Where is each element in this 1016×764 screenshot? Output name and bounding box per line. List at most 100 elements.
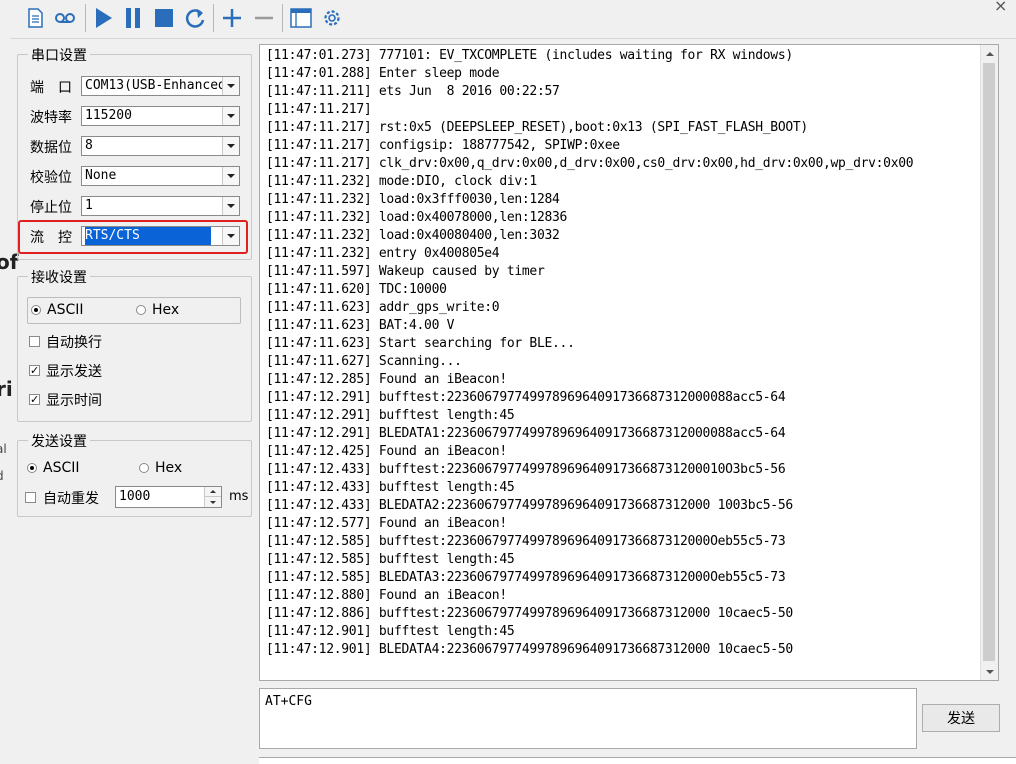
spin-down-icon[interactable] xyxy=(205,497,221,507)
send-hex-label: Hex xyxy=(155,460,183,476)
stopbits-label: 停止位 xyxy=(30,200,72,216)
log-line: [11:47:12.285] Found an iBeacon! xyxy=(266,372,507,387)
minus-icon[interactable] xyxy=(251,5,277,31)
show-time-checkbox[interactable]: ✓ xyxy=(29,394,40,405)
refresh-icon[interactable] xyxy=(182,5,208,31)
baud-value: 115200 xyxy=(85,108,132,123)
send-button[interactable]: 发送 xyxy=(922,704,1000,732)
pause-icon[interactable] xyxy=(120,5,146,31)
databits-select[interactable]: 8 xyxy=(81,136,240,156)
receive-ascii-radio[interactable] xyxy=(31,305,41,315)
log-line: [11:47:01.273] 777101: EV_TXCOMPLETE (in… xyxy=(266,48,793,63)
log-line: [11:47:11.232] load:0x40078000,len:12836 xyxy=(266,210,568,225)
document-icon[interactable] xyxy=(22,5,48,31)
log-line: [11:47:12.291] BLEDATA1:2236067977499789… xyxy=(266,426,786,441)
spinner-buttons xyxy=(204,487,221,507)
window-icon[interactable] xyxy=(288,5,314,31)
parity-value: None xyxy=(85,168,117,183)
stopbits-value: 1 xyxy=(85,198,93,213)
parity-label: 校验位 xyxy=(30,170,72,186)
chevron-down-icon[interactable] xyxy=(222,167,239,185)
toolbar: × xyxy=(0,0,1016,39)
port-select[interactable]: COM13(USB-Enhanced xyxy=(81,76,240,96)
log-line: [11:47:12.433] bufftest length:45 xyxy=(266,480,515,495)
log-line: [11:47:12.291] bufftest:2236067977499789… xyxy=(266,390,786,405)
toolbar-separator xyxy=(213,4,214,32)
background-window-edge: of ri al d xyxy=(0,38,18,763)
log-line: [11:47:12.880] Found an iBeacon! xyxy=(266,588,507,603)
send-ascii-radio[interactable] xyxy=(27,463,37,473)
baud-label: 波特率 xyxy=(30,110,72,126)
close-icon[interactable]: × xyxy=(994,0,1007,15)
log-line: [11:47:11.232] mode:DIO, clock div:1 xyxy=(266,174,537,189)
spin-up-icon[interactable] xyxy=(205,487,221,497)
show-send-label: 显示发送 xyxy=(46,364,102,380)
background-fragment: ri xyxy=(0,377,13,401)
parity-select[interactable]: None xyxy=(81,166,240,186)
log-line: [11:47:11.217] configsip: 188777542, SPI… xyxy=(266,138,620,153)
log-line: [11:47:11.232] load:0x40080400,len:3032 xyxy=(266,228,560,243)
stopbits-select[interactable]: 1 xyxy=(81,196,240,216)
chevron-down-icon[interactable] xyxy=(222,197,239,215)
scroll-down-icon[interactable] xyxy=(981,663,998,680)
group-title: 串口设置 xyxy=(28,45,90,65)
toolbar-separator xyxy=(85,4,86,32)
show-send-checkbox[interactable]: ✓ xyxy=(29,365,40,376)
resend-interval-input[interactable]: 1000 xyxy=(115,486,222,508)
log-line: [11:47:11.623] BAT:4.00 V xyxy=(266,318,455,333)
resend-interval-value: 1000 xyxy=(119,489,151,504)
log-line: [11:47:11.620] TDC:10000 xyxy=(266,282,447,297)
auto-newline-checkbox[interactable] xyxy=(29,336,40,347)
log-line: [11:47:12.585] bufftest:2236067977499789… xyxy=(266,534,786,549)
port-value: COM13(USB-Enhanced xyxy=(85,78,226,93)
background-fragment: d xyxy=(0,469,4,483)
chevron-down-icon[interactable] xyxy=(222,107,239,125)
interval-unit: ms xyxy=(229,489,249,504)
log-line: [11:47:12.577] Found an iBeacon! xyxy=(266,516,507,531)
log-line: [11:47:11.217] rst:0x5 (DEEPSLEEP_RESET)… xyxy=(266,120,808,135)
log-line: [11:47:12.585] BLEDATA3:2236067977499789… xyxy=(266,570,786,585)
toolbar-separator xyxy=(282,4,283,32)
port-label: 端 口 xyxy=(30,80,72,96)
log-line: [11:47:12.433] bufftest:2236067977499789… xyxy=(266,462,786,477)
plus-icon[interactable] xyxy=(219,5,245,31)
chevron-down-icon[interactable] xyxy=(222,137,239,155)
log-line: [11:47:12.433] BLEDATA2:2236067977499789… xyxy=(266,498,793,513)
auto-newline-label: 自动换行 xyxy=(46,335,102,351)
group-title: 发送设置 xyxy=(28,431,90,451)
log-line: [11:47:12.585] bufftest length:45 xyxy=(266,552,515,567)
scroll-up-icon[interactable] xyxy=(981,45,998,62)
stop-icon[interactable] xyxy=(151,5,177,31)
log-line: [11:47:11.623] Start searching for BLE..… xyxy=(266,336,575,351)
scroll-thumb[interactable] xyxy=(983,63,995,661)
databits-label: 数据位 xyxy=(30,140,72,156)
log-line: [11:47:11.211] ets Jun 8 2016 00:22:57 xyxy=(266,84,560,99)
log-line: [11:47:11.217] xyxy=(266,102,372,117)
receive-hex-label: Hex xyxy=(152,302,180,318)
log-line: [11:47:11.627] Scanning... xyxy=(266,354,462,369)
log-line: [11:47:01.288] Enter sleep mode xyxy=(266,66,500,81)
send-hex-radio[interactable] xyxy=(139,463,149,473)
log-scrollbar[interactable] xyxy=(980,45,998,680)
log-line: [11:47:11.623] addr_gps_write:0 xyxy=(266,300,500,315)
show-time-label: 显示时间 xyxy=(46,393,102,409)
log-line: [11:47:11.232] entry 0x400805e4 xyxy=(266,246,500,261)
auto-resend-checkbox[interactable] xyxy=(25,492,36,503)
chevron-down-icon[interactable] xyxy=(222,77,239,95)
gear-icon[interactable] xyxy=(319,5,345,31)
play-icon[interactable] xyxy=(90,5,116,31)
baud-select[interactable]: 115200 xyxy=(81,106,240,126)
log-line: [11:47:12.291] bufftest length:45 xyxy=(266,408,515,423)
log-line: [11:47:12.425] Found an iBeacon! xyxy=(266,444,507,459)
log-line: [11:47:11.232] load:0x3fff0030,len:1284 xyxy=(266,192,560,207)
flow-control-highlight xyxy=(18,220,248,254)
cassette-icon[interactable] xyxy=(52,5,78,31)
receive-log[interactable]: [11:47:01.273] 777101: EV_TXCOMPLETE (in… xyxy=(259,44,999,681)
databits-value: 8 xyxy=(85,138,93,153)
receive-hex-radio[interactable] xyxy=(136,305,146,315)
send-ascii-label: ASCII xyxy=(43,460,80,476)
background-fragment: al xyxy=(0,442,7,456)
background-fragment: of xyxy=(0,250,19,274)
send-input[interactable]: AT+CFG xyxy=(259,688,917,749)
log-line: [11:47:11.597] Wakeup caused by timer xyxy=(266,264,545,279)
